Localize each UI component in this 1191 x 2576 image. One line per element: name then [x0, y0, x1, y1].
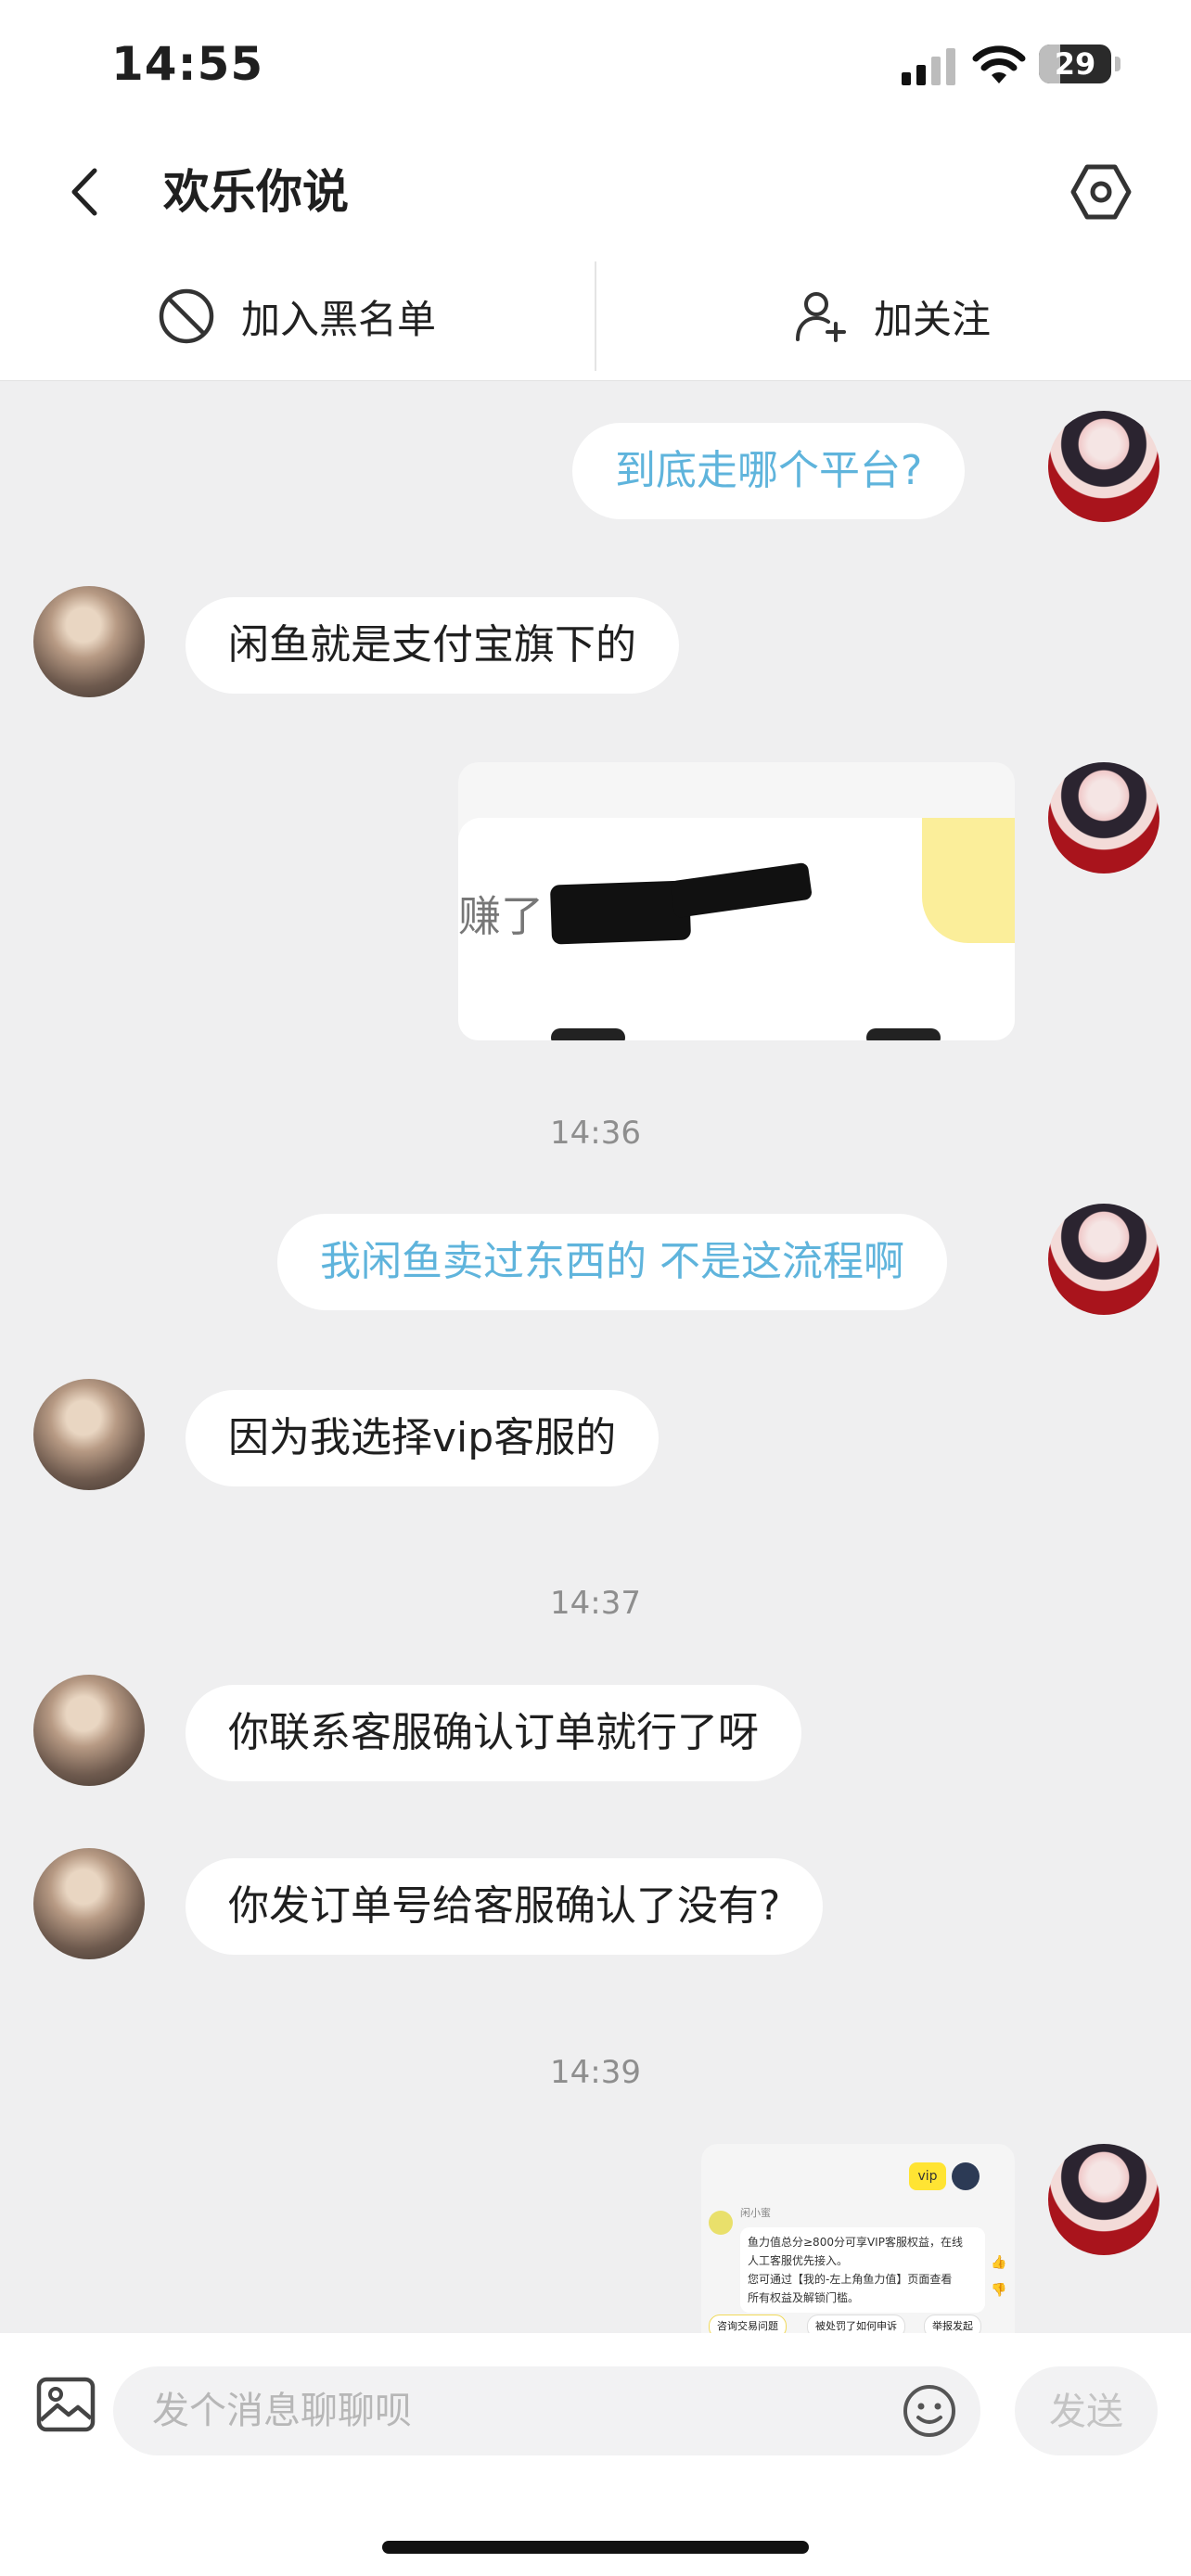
screenshot-reply-card: 鱼力值总分≥800分可享VIP客服权益，在线 人工客服优先接入。 您可通过【我的…: [740, 2227, 985, 2313]
image-shape: [551, 1028, 625, 1040]
thumbs-down-icon: 👎: [991, 2283, 1007, 2298]
follow-label: 加关注: [874, 296, 992, 342]
contact-avatar[interactable]: [33, 586, 145, 697]
my-avatar[interactable]: [1048, 1204, 1159, 1315]
screenshot-sender: 闲小蜜: [740, 2207, 771, 2219]
follow-button[interactable]: 加关注: [794, 261, 991, 371]
image-shape: [866, 1028, 941, 1040]
contact-avatar[interactable]: [33, 1675, 145, 1786]
timestamp: 14:37: [550, 1585, 641, 1622]
photo-picker-icon[interactable]: [35, 2374, 96, 2435]
contact-avatar[interactable]: [33, 1379, 145, 1490]
message-bubble-theirs[interactable]: 闲鱼就是支付宝旗下的: [186, 597, 679, 694]
battery-cap: [1115, 57, 1121, 71]
chat-title: 欢乐你说: [163, 165, 349, 219]
cellular-signal-icon: [902, 48, 955, 85]
my-avatar[interactable]: [1048, 762, 1159, 874]
image-yellow-corner: [922, 818, 1015, 943]
thumbs-up-icon: 👍: [991, 2255, 1007, 2270]
battery-percentage: 29: [1054, 46, 1096, 82]
back-arrow-icon[interactable]: [58, 159, 113, 224]
screenshot-line: 您可通过【我的-左上角鱼力值】页面查看: [748, 2273, 953, 2286]
my-avatar[interactable]: [1048, 411, 1159, 522]
message-bubble-theirs[interactable]: 你联系客服确认订单就行了呀: [186, 1685, 801, 1781]
vip-badge: vip: [909, 2162, 946, 2190]
screenshot-line: 鱼力值总分≥800分可享VIP客服权益，在线: [748, 2236, 963, 2249]
wifi-icon: [972, 45, 1026, 83]
my-avatar[interactable]: [1048, 2144, 1159, 2255]
top-bar: 14:55 29 欢乐你说 加入黑名单 加关注: [0, 0, 1191, 381]
message-bubble-mine[interactable]: 我闲鱼卖过东西的 不是这流程啊: [277, 1214, 947, 1310]
add-user-icon: [796, 292, 846, 342]
battery-icon: 29: [1039, 45, 1111, 83]
blacklist-label: 加入黑名单: [241, 296, 437, 342]
send-button[interactable]: 发送: [1015, 2366, 1158, 2455]
add-to-blacklist-button[interactable]: 加入黑名单: [158, 261, 436, 371]
profile-actions: 加入黑名单 加关注: [0, 261, 1191, 371]
settings-hexagon-icon[interactable]: [1069, 159, 1133, 224]
message-composer: 发送: [0, 2333, 1191, 2576]
timestamp: 14:39: [550, 2054, 641, 2091]
screenshot-chip: 被处罚了如何申诉: [807, 2315, 905, 2333]
actions-divider: [595, 261, 596, 371]
image-message[interactable]: vip 闲小蜜 鱼力值总分≥800分可享VIP客服权益，在线 人工客服优先接入。…: [701, 2144, 1015, 2333]
contact-avatar[interactable]: [33, 1848, 145, 1959]
screenshot-line: 所有权益及解锁门槛。: [748, 2291, 860, 2304]
image-partial-text: 赚了: [458, 891, 544, 941]
screenshot-line: 人工客服优先接入。: [748, 2254, 849, 2267]
image-message[interactable]: 赚了: [458, 762, 1015, 1040]
message-bubble-mine[interactable]: 到底走哪个平台?: [572, 423, 966, 519]
message-input[interactable]: [113, 2366, 980, 2455]
screenshot-avatar: [952, 2162, 980, 2190]
home-indicator: [382, 2541, 809, 2554]
timestamp: 14:36: [550, 1115, 641, 1152]
screenshot-chip: 举报发起: [924, 2315, 981, 2333]
message-bubble-theirs[interactable]: 因为我选择vip客服的: [186, 1390, 660, 1486]
emoji-icon[interactable]: [902, 2383, 957, 2439]
block-icon: [159, 288, 214, 344]
status-time: 14:55: [111, 37, 264, 91]
bot-avatar: [709, 2211, 733, 2235]
message-bubble-theirs[interactable]: 你发订单号给客服确认了没有?: [186, 1858, 824, 1955]
screenshot-chip: 咨询交易问题: [709, 2315, 787, 2333]
